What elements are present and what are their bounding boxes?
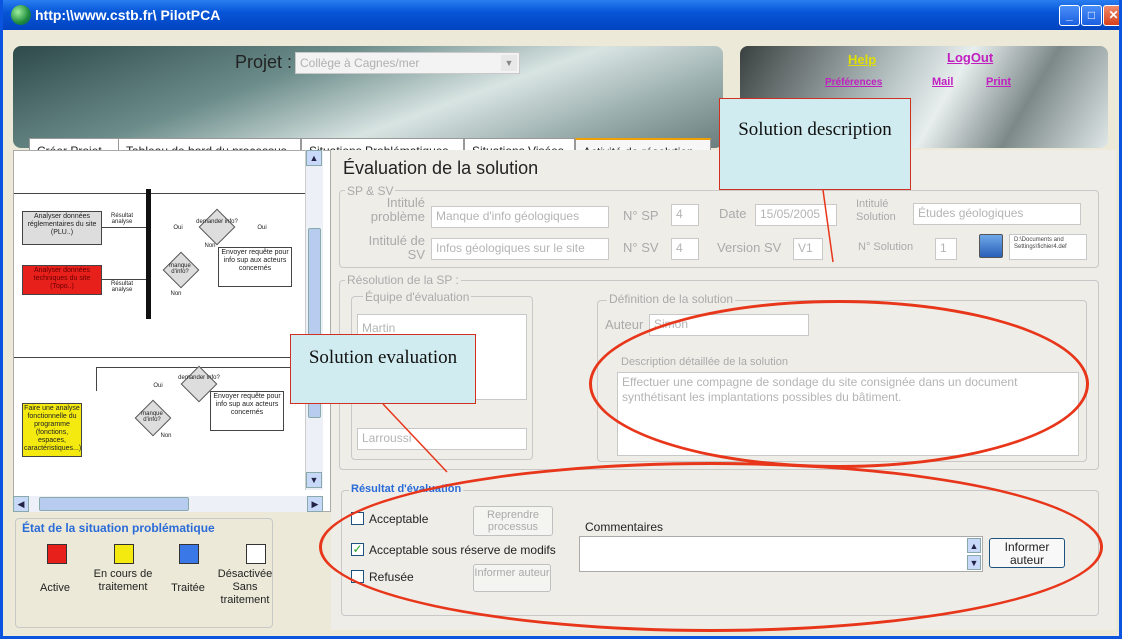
annotation-callout-description: Solution description xyxy=(719,98,911,190)
annotation-pointer-lines xyxy=(382,189,834,473)
app-window: http:\\www.cstb.fr\ PilotPCA _ □ ✕ Proje… xyxy=(0,0,1122,639)
pointer-line-evaluation xyxy=(382,403,448,473)
pointer-line-description xyxy=(822,189,834,263)
annotation-callout-evaluation: Solution evaluation xyxy=(290,334,476,404)
